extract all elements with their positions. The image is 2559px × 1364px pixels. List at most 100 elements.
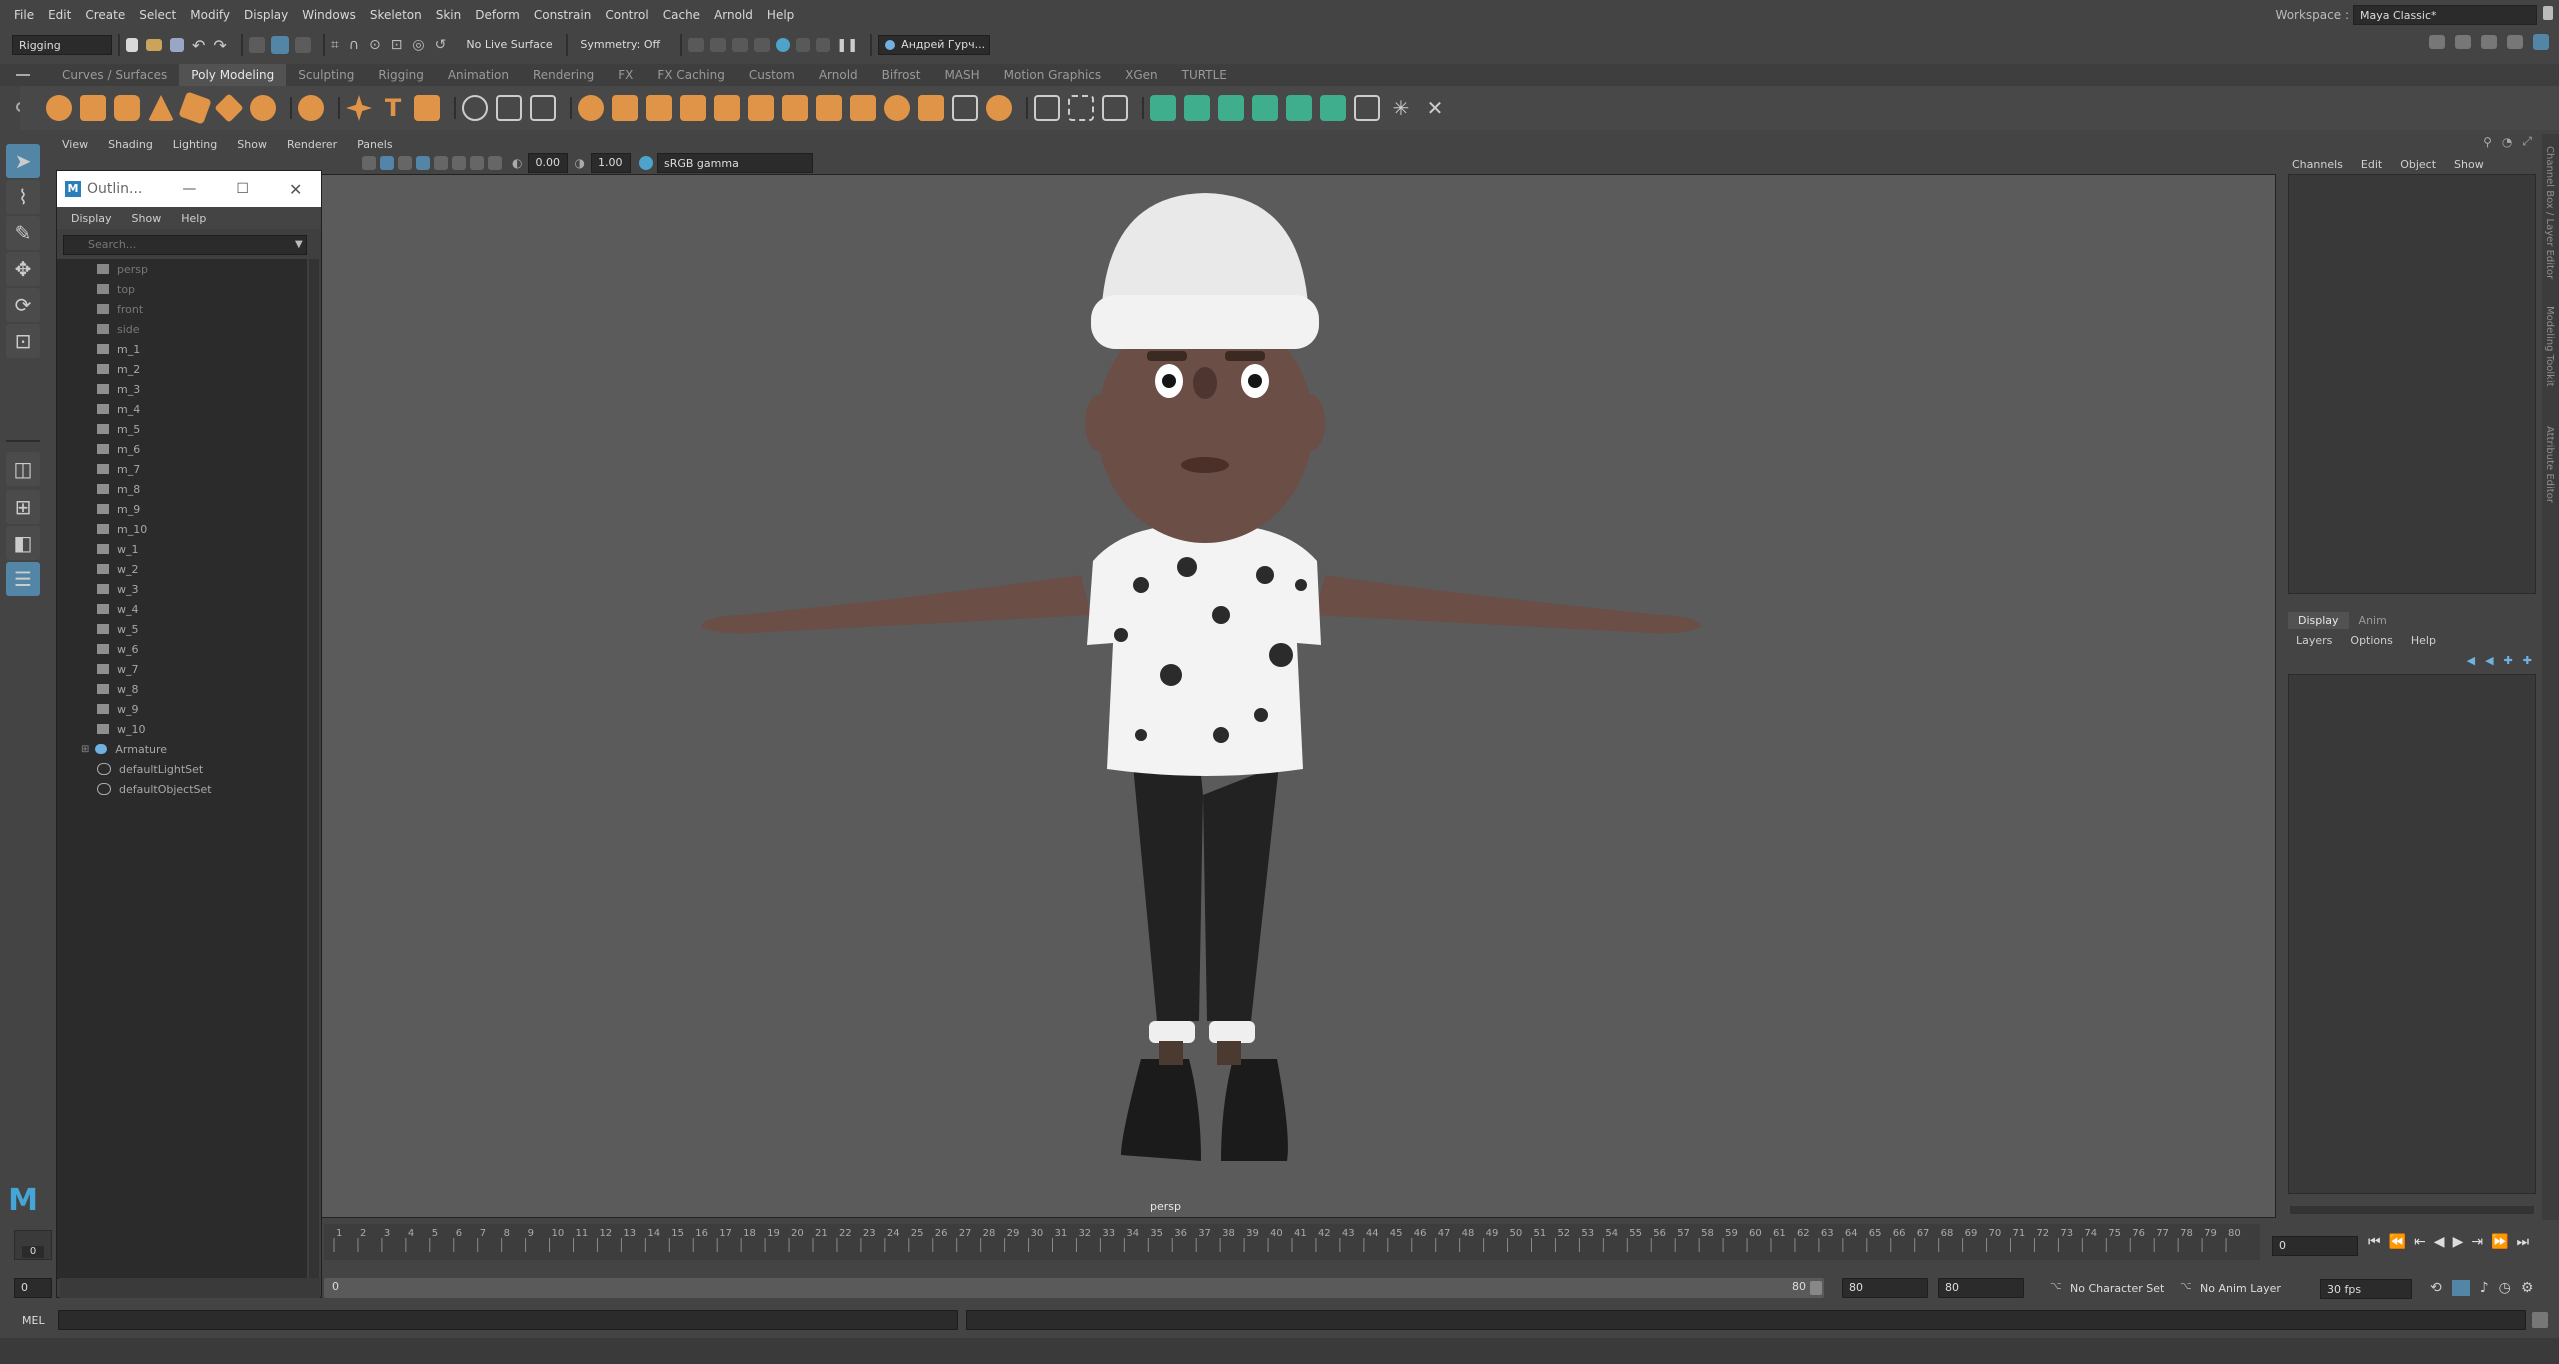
bridge-faces-icon[interactable] [1184,95,1210,121]
mirror-icon[interactable] [782,95,808,121]
type-tool-icon[interactable]: T [380,95,406,121]
retopologize-icon[interactable] [918,95,944,121]
select-object-icon[interactable] [270,36,289,54]
shelf-tab-bifrost[interactable]: Bifrost [870,64,933,86]
outliner-item[interactable]: m_10 [57,519,307,539]
speed-icon[interactable]: ◔ [2502,135,2512,149]
snap-curve-icon[interactable]: ∩ [349,37,359,53]
channel-box-menu-edit[interactable]: Edit [2361,158,2382,171]
panel-menu-panels[interactable]: Panels [357,138,392,151]
shelf-tab-fx[interactable]: FX [606,64,645,86]
layout-single-icon[interactable] [2429,35,2445,49]
layout-outliner-icon[interactable] [2481,35,2497,49]
undo-icon[interactable]: ↶ [192,36,205,55]
outliner-item[interactable]: w_8 [57,679,307,699]
measure-tool-icon[interactable] [462,95,488,121]
outliner-item[interactable]: front [57,299,307,319]
exposure-field[interactable]: 0.00 [528,153,569,173]
new-layer-icon[interactable]: ✚ [2504,654,2513,667]
select-component-icon[interactable] [294,37,311,53]
menu-set-dropdown[interactable]: Rigging [12,35,112,55]
svg-tool-icon[interactable] [414,95,440,121]
sound-icon[interactable]: ♪ [2480,1280,2489,1296]
go-to-start-icon[interactable]: ⏮ [2368,1234,2381,1250]
smooth-shade-icon[interactable] [380,156,394,170]
loop-icon[interactable]: ⟲ [2430,1280,2442,1296]
rotate-tool-icon[interactable]: ⟳ [6,288,40,322]
range-slider-bar[interactable]: 0 80 [324,1278,1824,1298]
menu-select[interactable]: Select [139,8,176,22]
poly-sphere-icon[interactable] [46,95,72,121]
outliner-item[interactable]: m_5 [57,419,307,439]
panel-menu-view[interactable]: View [62,138,88,151]
perspective-viewport[interactable] [320,174,2276,1218]
four-view-icon[interactable]: ⊞ [6,490,40,524]
redo-icon[interactable]: ↷ [213,36,226,55]
merge-to-center-icon[interactable] [1286,95,1312,121]
command-input[interactable] [58,1310,958,1330]
outliner-item[interactable]: w_10 [57,719,307,739]
outliner-menu-help[interactable]: Help [181,212,206,225]
boolean-intersection-icon[interactable] [748,95,774,121]
construction-history-icon[interactable] [688,38,705,52]
lock-icon[interactable] [2543,6,2553,20]
channel-box-area[interactable] [2288,174,2536,594]
anim-layer-dropdown[interactable]: No Anim Layer [2200,1282,2281,1295]
user-account-dropdown[interactable]: Андрей Гурч... [878,35,991,55]
minimize-icon[interactable]: — [182,181,196,197]
platonic-solid-icon[interactable] [298,95,324,121]
lights-icon[interactable] [434,156,448,170]
start-time-field[interactable]: 0 [14,1278,52,1298]
shelf-tab-motion-graphics[interactable]: Motion Graphics [992,64,1114,86]
shelf-tab-poly-modeling[interactable]: Poly Modeling [179,64,287,86]
collapse-icon[interactable] [1320,95,1346,121]
play-backward-icon[interactable]: ◀ [2434,1234,2445,1250]
symmetry-dropdown[interactable]: Symmetry: Off [574,35,674,55]
expand-icon[interactable]: ⊞ [81,744,89,755]
shelf-menu-icon[interactable] [16,74,30,76]
layer-menu-help[interactable]: Help [2411,634,2436,647]
xray-icon[interactable] [488,156,502,170]
boolean-union-icon[interactable] [680,95,706,121]
textured-icon[interactable] [416,156,430,170]
menu-constrain[interactable]: Constrain [534,8,592,22]
outliner-item[interactable]: w_6 [57,639,307,659]
outliner-item[interactable]: w_3 [57,579,307,599]
panel-menu-lighting[interactable]: Lighting [173,138,217,151]
shelf-tab-rendering[interactable]: Rendering [521,64,606,86]
fps-dropdown[interactable]: 30 fps [2320,1279,2412,1299]
merge-icon[interactable] [1252,95,1278,121]
arnold-render-icon[interactable] [796,38,811,52]
shelf-tab-arnold[interactable]: Arnold [807,64,870,86]
layout-graph-icon[interactable] [2507,35,2523,49]
shelf-tab-sculpting[interactable]: Sculpting [286,64,366,86]
fill-hole-icon[interactable] [952,95,978,121]
menu-arnold[interactable]: Arnold [714,8,753,22]
bridge-icon[interactable] [986,95,1012,121]
layer-menu-layers[interactable]: Layers [2296,634,2332,647]
lasso-tool-icon[interactable]: ⌇ [6,180,40,214]
shelf-tab-curves-surfaces[interactable]: Curves / Surfaces [50,64,179,86]
snap-together-icon[interactable] [496,95,522,121]
outliner-item[interactable]: defaultLightSet [57,759,307,779]
snap-view-icon[interactable]: ⊡ [391,37,403,53]
menu-file[interactable]: File [14,8,34,22]
outliner-item[interactable]: m_3 [57,379,307,399]
poly-cylinder-icon[interactable] [114,95,140,121]
step-forward-frame-icon[interactable]: ⇥ [2471,1234,2483,1250]
connect-icon[interactable] [1354,95,1380,121]
playback-end-field[interactable]: 80 [1938,1278,2024,1298]
multi-cut-icon[interactable] [1034,95,1060,121]
reduce-icon[interactable] [850,95,876,121]
shelf-tab-turtle[interactable]: TURTLE [1170,64,1239,86]
isolate-select-icon[interactable] [470,156,484,170]
menu-help[interactable]: Help [767,8,794,22]
snap-point-icon[interactable]: ⊙ [369,37,381,53]
target-weld-icon[interactable]: ✳ [1388,95,1414,121]
scale-tool-icon[interactable]: ⊡ [6,324,40,358]
poly-cube-icon[interactable] [80,95,106,121]
range-end-handle[interactable] [1810,1281,1822,1295]
outliner-item[interactable]: w_7 [57,659,307,679]
layer-editor-area[interactable] [2288,674,2536,1194]
poly-plane-icon[interactable] [214,93,244,123]
